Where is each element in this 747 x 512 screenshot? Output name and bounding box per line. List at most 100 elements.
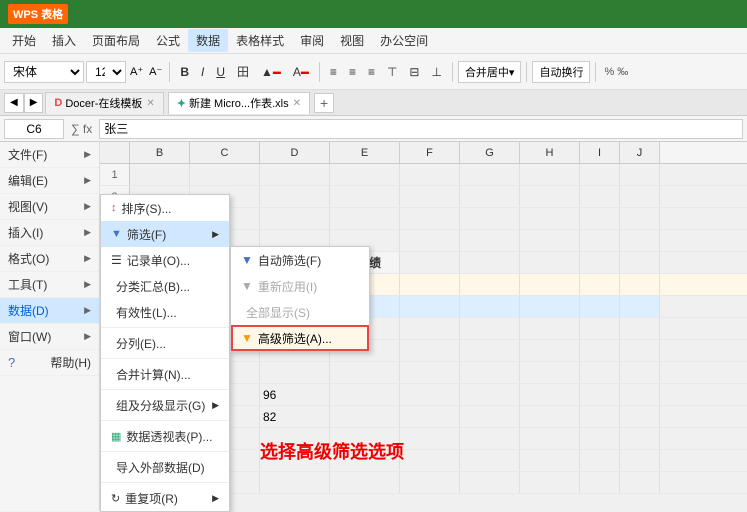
cell-f3[interactable] (400, 208, 460, 229)
align-right-button[interactable]: ≡ (363, 61, 380, 83)
cell-h10[interactable] (520, 384, 580, 405)
align-left-button[interactable]: ≡ (325, 61, 342, 83)
cell-h11[interactable] (520, 406, 580, 427)
filter-auto[interactable]: ▼ 自动筛选(F) (231, 247, 369, 273)
menu-window-item[interactable]: 窗口(W) ▶ (0, 324, 99, 350)
cell-e14[interactable] (330, 472, 400, 493)
filter-advanced[interactable]: ▼ 高级筛选(A)... (231, 325, 369, 351)
cell-g5b[interactable] (460, 274, 520, 295)
bold-button[interactable]: B (175, 61, 194, 83)
cell-h3[interactable] (520, 208, 580, 229)
cell-i6[interactable] (580, 296, 620, 317)
cell-h1[interactable] (520, 164, 580, 185)
cell-e12[interactable] (330, 428, 400, 449)
cell-i5[interactable] (580, 252, 620, 273)
tab-new-file[interactable]: ✦ 新建 Micro...作表.xls ✕ (168, 92, 310, 114)
cell-g10[interactable] (460, 384, 520, 405)
tab-add-button[interactable]: + (314, 93, 334, 113)
cell-j10[interactable] (620, 384, 660, 405)
submenu-subtotal[interactable]: 分类汇总(B)... (101, 273, 229, 299)
cell-j8[interactable] (620, 340, 660, 361)
submenu-valid[interactable]: 有效性(L)... (101, 299, 229, 325)
submenu-group[interactable]: 组及分级显示(G) ▶ (101, 392, 229, 418)
cell-d3[interactable] (260, 208, 330, 229)
cell-j12[interactable] (620, 428, 660, 449)
menu-insert-item[interactable]: 插入(I) ▶ (0, 220, 99, 246)
cell-j6[interactable] (620, 296, 660, 317)
cell-i9[interactable] (580, 362, 620, 383)
menu-data[interactable]: 数据 (188, 29, 228, 52)
cell-d10[interactable]: 96 (260, 384, 330, 405)
cell-f6[interactable] (400, 296, 460, 317)
menu-start[interactable]: 开始 (4, 29, 44, 52)
cell-i4[interactable] (580, 230, 620, 251)
cell-e13[interactable] (330, 450, 400, 471)
menu-view-item[interactable]: 视图(V) ▶ (0, 194, 99, 220)
cell-g8[interactable] (460, 340, 520, 361)
menu-edit-item[interactable]: 编辑(E) ▶ (0, 168, 99, 194)
submenu-records[interactable]: ☰ 记录单(O)... (101, 247, 229, 273)
cell-h4[interactable] (520, 230, 580, 251)
font-size-selector[interactable]: 12 (86, 61, 126, 83)
col-header-e[interactable]: E (330, 142, 400, 163)
cell-f5b[interactable] (400, 274, 460, 295)
menu-help-item[interactable]: ? 帮助(H) (0, 350, 99, 376)
font-shrink-icon[interactable]: A⁻ (147, 65, 164, 78)
cell-e9[interactable] (330, 362, 400, 383)
menu-page-layout[interactable]: 页面布局 (84, 29, 148, 52)
cell-g4[interactable] (460, 230, 520, 251)
align-mid-button[interactable]: ⊟ (404, 61, 424, 83)
cell-g6[interactable] (460, 296, 520, 317)
cell-j3[interactable] (620, 208, 660, 229)
cell-g5[interactable] (460, 252, 520, 273)
cell-i1[interactable] (580, 164, 620, 185)
cell-f12[interactable] (400, 428, 460, 449)
cell-i8[interactable] (580, 340, 620, 361)
cell-h12[interactable] (520, 428, 580, 449)
col-header-i[interactable]: I (580, 142, 620, 163)
cell-b1[interactable] (130, 164, 190, 185)
col-header-g[interactable]: G (460, 142, 520, 163)
menu-office-space[interactable]: 办公空间 (372, 29, 436, 52)
cell-d11[interactable]: 82 (260, 406, 330, 427)
col-header-h[interactable]: H (520, 142, 580, 163)
cell-j5[interactable] (620, 252, 660, 273)
col-header-j[interactable]: J (620, 142, 660, 163)
cell-f11[interactable] (400, 406, 460, 427)
cell-i14[interactable] (580, 472, 620, 493)
cell-i13[interactable] (580, 450, 620, 471)
cell-g7[interactable] (460, 318, 520, 339)
border-button[interactable]: 田 (232, 61, 254, 83)
cell-d13[interactable] (260, 450, 330, 471)
formula-input[interactable] (99, 119, 743, 139)
tab-nav-prev[interactable]: ◀ (4, 93, 24, 113)
tab-docer-close[interactable]: ✕ (146, 98, 154, 109)
submenu-sort[interactable]: ↕ 排序(S)... (101, 195, 229, 221)
cell-j1[interactable] (620, 164, 660, 185)
submenu-filter[interactable]: ▼ 筛选(F) ▶ (101, 221, 229, 247)
cell-j5b[interactable] (620, 274, 660, 295)
underline-button[interactable]: U (211, 61, 230, 83)
cell-g13[interactable] (460, 450, 520, 471)
col-header-b[interactable]: B (130, 142, 190, 163)
cell-j7[interactable] (620, 318, 660, 339)
menu-formula[interactable]: 公式 (148, 29, 188, 52)
submenu-calc[interactable]: 合并计算(N)... (101, 361, 229, 387)
cell-d2[interactable] (260, 186, 330, 207)
cell-h2[interactable] (520, 186, 580, 207)
cell-e10[interactable] (330, 384, 400, 405)
cell-h6[interactable] (520, 296, 580, 317)
cell-g14[interactable] (460, 472, 520, 493)
cell-j13[interactable] (620, 450, 660, 471)
cell-j4[interactable] (620, 230, 660, 251)
italic-button[interactable]: I (196, 61, 209, 83)
menu-tools-item[interactable]: 工具(T) ▶ (0, 272, 99, 298)
cell-d14[interactable] (260, 472, 330, 493)
cell-e11[interactable] (330, 406, 400, 427)
col-header-d[interactable]: D (260, 142, 330, 163)
cell-f10[interactable] (400, 384, 460, 405)
cell-h9[interactable] (520, 362, 580, 383)
cell-h8[interactable] (520, 340, 580, 361)
tab-docer[interactable]: D Docer-在线模板 ✕ (45, 92, 163, 114)
tab-new-file-close[interactable]: ✕ (293, 98, 301, 109)
